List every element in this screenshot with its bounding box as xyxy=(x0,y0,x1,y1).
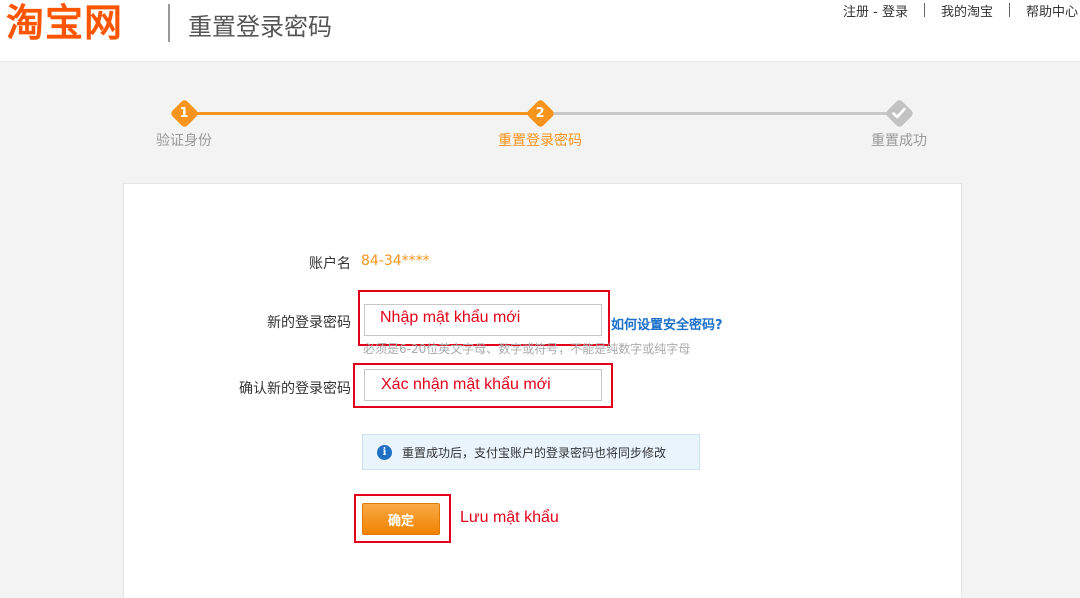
nav-divider xyxy=(1008,3,1010,17)
new-password-value: Nhập mật khẩu mới xyxy=(380,309,521,326)
step-2-marker: 2 xyxy=(525,98,555,128)
step-2-label: 重置登录密码 xyxy=(498,133,582,149)
step-connector-done xyxy=(184,112,540,115)
help-center-link[interactable]: 帮助中心 xyxy=(1026,1,1078,20)
checkmark-icon xyxy=(892,107,906,119)
account-value: 84-34**** xyxy=(361,253,430,269)
page-title: 重置登录密码 xyxy=(188,13,332,41)
step-connector-pending xyxy=(540,112,900,115)
register-login-link[interactable]: 注册 - 登录 xyxy=(843,1,908,20)
notice-text: 重置成功后，支付宝账户的登录密码也将同步修改 xyxy=(402,445,667,460)
taobao-logo[interactable]: 淘宝网 xyxy=(6,0,123,46)
step-1-label: 验证身份 xyxy=(156,133,212,149)
save-password-annotation: Lưu mật khẩu xyxy=(460,509,559,526)
top-nav: 注册 - 登录 我的淘宝 帮助中心 xyxy=(843,0,1078,20)
step-1-marker: 1 xyxy=(169,98,199,128)
account-label: 账户名 xyxy=(309,256,351,272)
password-help-link[interactable]: 如何设置安全密码? xyxy=(611,314,723,333)
confirm-password-label: 确认新的登录密码 xyxy=(239,381,351,397)
confirm-button-highlight xyxy=(354,494,451,543)
my-taobao-link[interactable]: 我的淘宝 xyxy=(941,1,993,20)
header: 淘宝网 重置登录密码 注册 - 登录 我的淘宝 帮助中心 xyxy=(0,0,1080,62)
logo-divider xyxy=(168,4,170,42)
progress-steps: 1 2 验证身份 重置登录密码 重置成功 xyxy=(0,92,1080,152)
step-3-marker xyxy=(884,98,914,128)
nav-divider xyxy=(923,3,925,17)
step-2-number: 2 xyxy=(535,105,545,121)
password-hint: 必须是6-20位英文字母、数字或符号，不能是纯数字或纯字母 xyxy=(363,342,691,356)
new-password-label: 新的登录密码 xyxy=(267,315,351,331)
step-3-label: 重置成功 xyxy=(871,133,927,149)
sync-notice: i 重置成功后，支付宝账户的登录密码也将同步修改 xyxy=(362,434,700,470)
step-1-number: 1 xyxy=(179,105,189,121)
confirm-password-value: Xác nhận mật khẩu mới xyxy=(381,376,551,393)
info-icon: i xyxy=(377,444,392,460)
